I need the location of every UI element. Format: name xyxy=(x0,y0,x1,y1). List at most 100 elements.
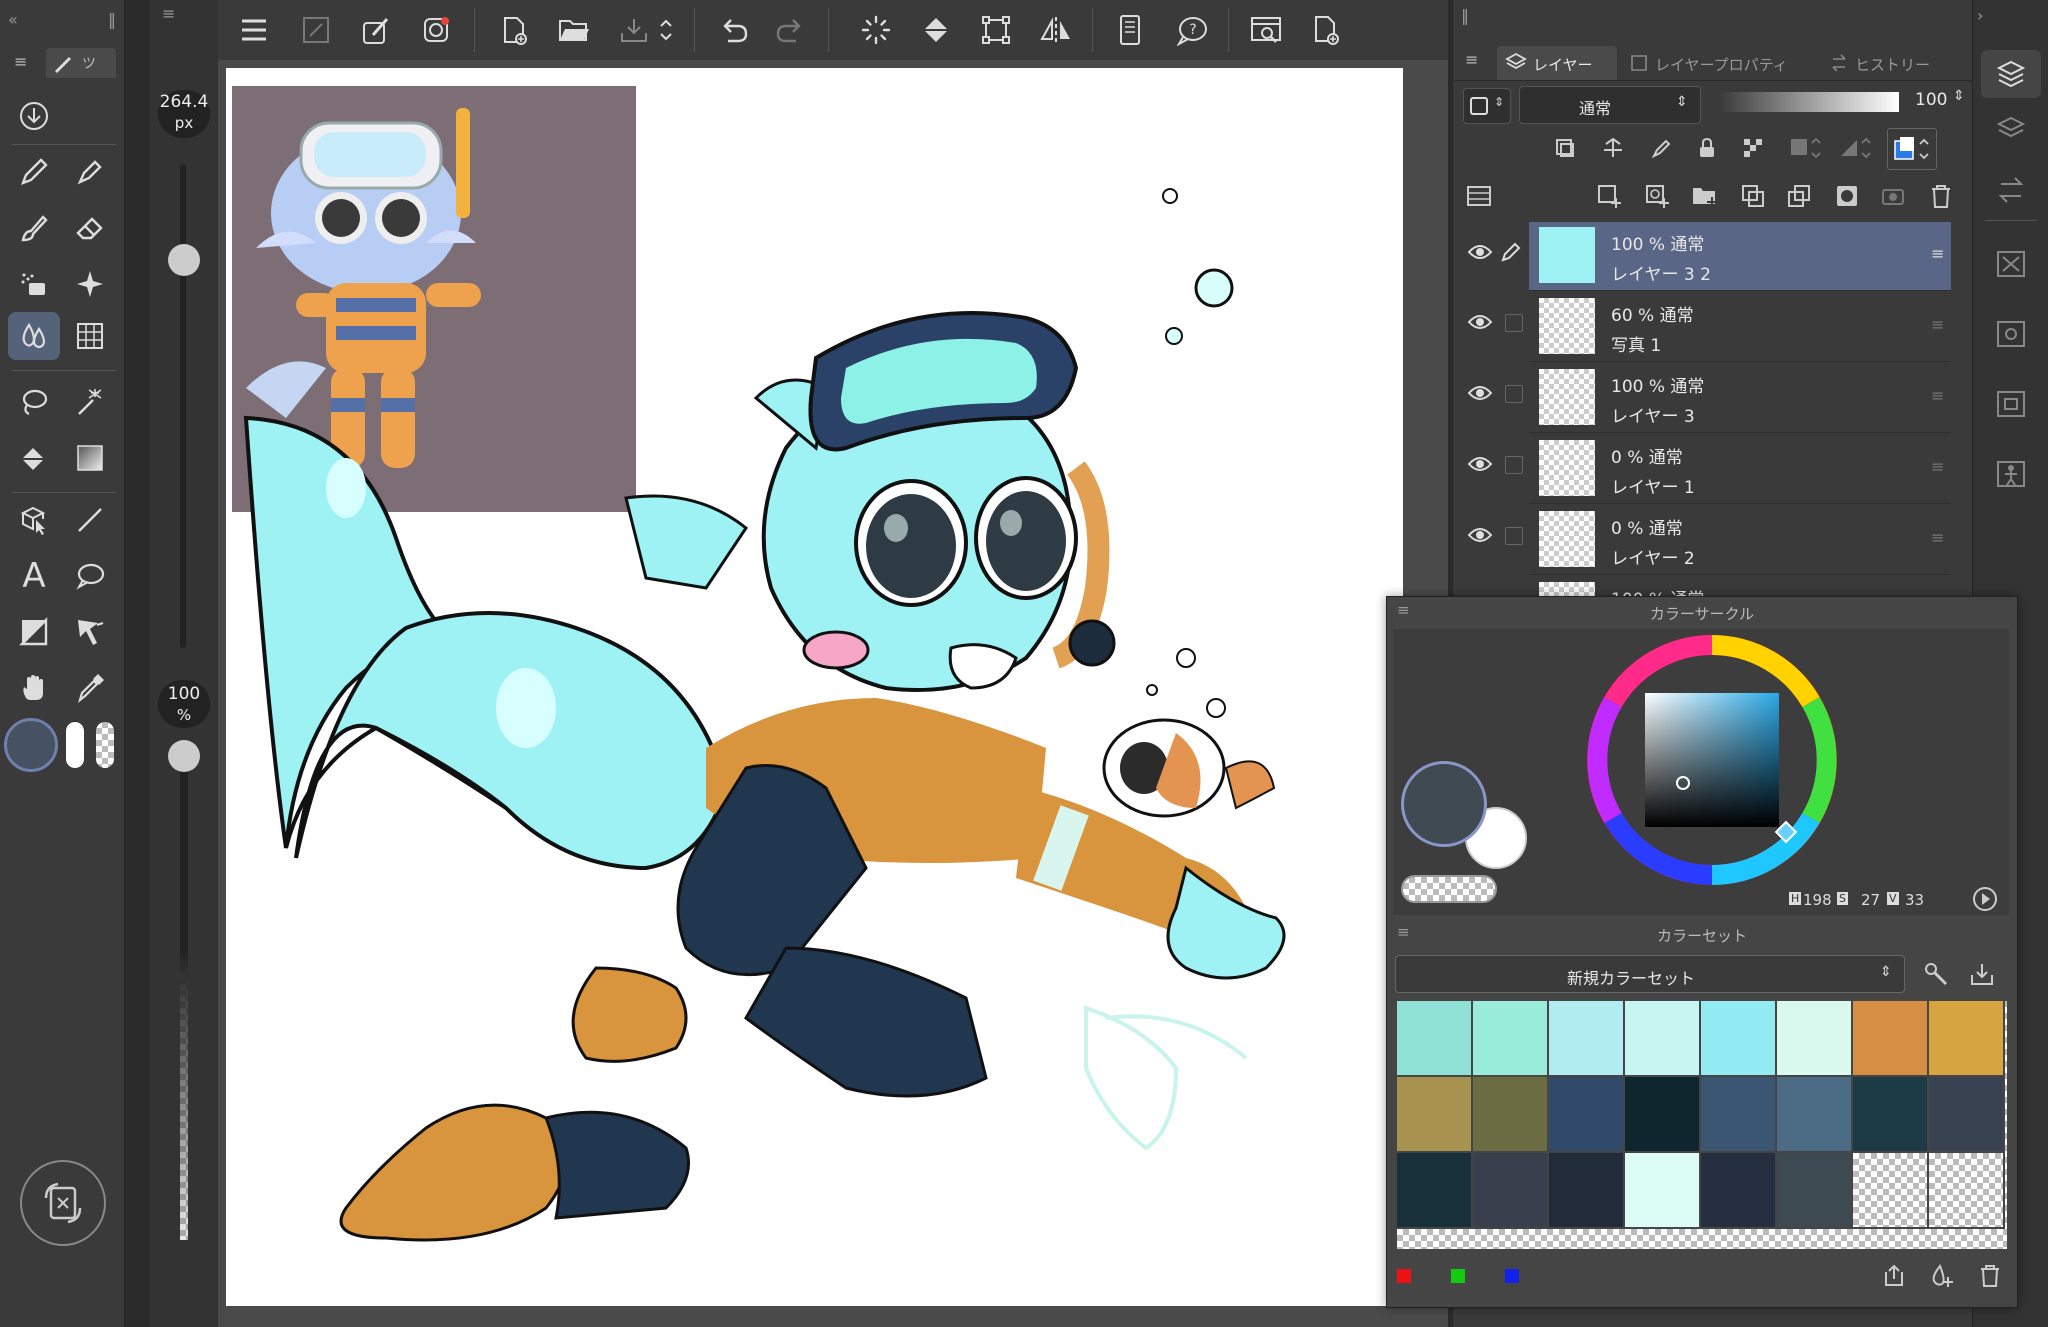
color-swatch[interactable] xyxy=(1625,1001,1701,1077)
blend-icon[interactable] xyxy=(8,312,60,360)
fullscreen-icon[interactable] xyxy=(294,8,338,52)
layer-row[interactable]: 0 % 通常 レイヤー 2 ≡ xyxy=(1529,506,1951,575)
eye-icon[interactable] xyxy=(1467,454,1493,474)
tab-layer-property[interactable]: レイヤープロパティ xyxy=(1623,46,1813,80)
correction-icon[interactable] xyxy=(64,608,116,656)
color-swatch[interactable] xyxy=(1853,1001,1929,1077)
eyedropper-icon[interactable] xyxy=(64,664,116,712)
color-swatch[interactable] xyxy=(1929,1077,2005,1153)
panel-grip-icon[interactable]: ‖ xyxy=(108,10,116,29)
eye-icon[interactable] xyxy=(1467,383,1493,403)
tab-history[interactable]: ヒストリー xyxy=(1825,46,1965,80)
color-swatch[interactable] xyxy=(1701,1153,1777,1229)
drawing-canvas[interactable] xyxy=(226,68,1403,1306)
help-icon[interactable]: ? xyxy=(1170,8,1214,52)
fill-selection-icon[interactable] xyxy=(914,8,958,52)
marker-icon[interactable] xyxy=(64,148,116,196)
lock-transparent-icon[interactable] xyxy=(1737,132,1769,164)
lasso-icon[interactable] xyxy=(8,378,60,426)
reset-view-button[interactable] xyxy=(20,1160,106,1246)
color-swatch[interactable] xyxy=(1701,1001,1777,1077)
line-icon[interactable] xyxy=(64,496,116,544)
save-icon[interactable] xyxy=(612,8,656,52)
hand-icon[interactable] xyxy=(8,664,60,712)
eye-icon[interactable] xyxy=(1467,312,1493,332)
layer-checkbox[interactable] xyxy=(1505,527,1523,545)
layer-search-icon[interactable] xyxy=(1981,106,2041,154)
companion-icon[interactable] xyxy=(414,8,458,52)
panel-grip-icon[interactable]: ‖ xyxy=(1461,6,1469,25)
layer-color-toggle-icon[interactable] xyxy=(1887,128,1937,170)
layer-row[interactable]: 0 % 通常 レイヤー 1 ≡ xyxy=(1529,435,1951,504)
new-vector-layer-icon[interactable] xyxy=(1641,180,1673,212)
text-icon[interactable]: A xyxy=(8,552,60,600)
brush-size-slider[interactable] xyxy=(180,164,186,648)
color-swatch[interactable] xyxy=(1397,1001,1473,1077)
flip-horizontal-icon[interactable] xyxy=(1034,8,1078,52)
updown-icon[interactable]: ⇕ xyxy=(1953,88,1965,104)
apply-mask-icon[interactable] xyxy=(1877,180,1909,212)
ruler-toggle-icon[interactable] xyxy=(1835,132,1875,164)
undo-icon[interactable] xyxy=(712,8,756,52)
menu-icon[interactable]: ≡ xyxy=(14,52,27,71)
layer-checkbox[interactable] xyxy=(1505,385,1523,403)
panel-grip-icon[interactable]: ≡ xyxy=(162,4,175,23)
layer-opacity-value[interactable]: 100 xyxy=(1915,90,1947,110)
hamburger-menu-icon[interactable] xyxy=(232,8,276,52)
transparent-color-indicator[interactable] xyxy=(96,722,114,768)
blend-mode-select[interactable]: 通常 ⇕ xyxy=(1519,86,1701,124)
airbrush-icon[interactable] xyxy=(8,260,60,308)
brush-size-handle[interactable] xyxy=(168,244,200,276)
layer-drag-handle-icon[interactable]: ≡ xyxy=(1931,315,1944,334)
color-set-select[interactable]: 新規カラーセット ⇕ xyxy=(1395,955,1905,993)
color-swatch[interactable] xyxy=(1853,1153,1929,1229)
delete-color-icon[interactable] xyxy=(1975,1261,2005,1291)
color-set-export-icon[interactable] xyxy=(1879,1261,1909,1291)
ruler-icon[interactable] xyxy=(8,608,60,656)
sub-view-icon[interactable] xyxy=(1981,310,2041,358)
layer-color-select[interactable]: ⇕ xyxy=(1463,88,1511,124)
lock-icon[interactable] xyxy=(1691,132,1723,164)
canvas-settings-icon[interactable] xyxy=(1244,8,1288,52)
color-swatch[interactable] xyxy=(1473,1001,1549,1077)
collapse-left-icon[interactable]: « xyxy=(8,10,18,29)
reference-layer-icon[interactable] xyxy=(1597,132,1629,164)
transparent-color-swatch[interactable] xyxy=(1401,875,1497,903)
transfer-to-lower-icon[interactable] xyxy=(1737,180,1769,212)
color-set-import-icon[interactable] xyxy=(1965,957,1999,991)
object-select-icon[interactable] xyxy=(8,496,60,544)
color-swatch[interactable] xyxy=(1473,1153,1549,1229)
layer-drag-handle-icon[interactable]: ≡ xyxy=(1931,244,1944,263)
fill-icon[interactable] xyxy=(8,434,60,482)
color-swatch[interactable] xyxy=(1549,1153,1625,1229)
layer-opacity-slider[interactable] xyxy=(1719,92,1899,112)
open-folder-icon[interactable] xyxy=(552,8,596,52)
collapse-right-icon[interactable]: › xyxy=(1977,6,1983,25)
color-swatch[interactable] xyxy=(1549,1001,1625,1077)
mask-toggle-icon[interactable] xyxy=(1785,132,1825,164)
color-swatch[interactable] xyxy=(1473,1077,1549,1153)
add-page-icon[interactable] xyxy=(1304,8,1348,52)
download-icon[interactable] xyxy=(14,96,54,136)
color-swatch[interactable] xyxy=(1397,1077,1473,1153)
eye-icon[interactable] xyxy=(1467,525,1493,545)
new-folder-icon[interactable] xyxy=(1689,180,1721,212)
navigator-icon[interactable] xyxy=(1981,240,2041,288)
layer-drag-handle-icon[interactable]: ≡ xyxy=(1931,457,1944,476)
layer-menu-icon[interactable] xyxy=(1463,180,1495,212)
tab-layer[interactable]: レイヤー xyxy=(1497,46,1617,80)
opacity-handle[interactable] xyxy=(168,740,200,772)
material-icon[interactable] xyxy=(1981,380,2041,428)
merge-down-icon[interactable] xyxy=(1783,180,1815,212)
clip-to-layer-icon[interactable] xyxy=(1549,132,1581,164)
color-swatch[interactable] xyxy=(1397,1153,1473,1229)
decoration-icon[interactable] xyxy=(64,260,116,308)
loading-spinner-icon[interactable] xyxy=(854,8,898,52)
color-swatch[interactable] xyxy=(1549,1077,1625,1153)
save-dropdown-icon[interactable] xyxy=(652,8,680,52)
color-swatch[interactable] xyxy=(1777,1153,1853,1229)
delete-layer-icon[interactable] xyxy=(1925,180,1957,212)
color-swatch[interactable] xyxy=(1625,1077,1701,1153)
layer-row[interactable]: 100 % 通常 レイヤー 3 2 ≡ xyxy=(1529,222,1951,291)
device-icon[interactable] xyxy=(1108,8,1152,52)
